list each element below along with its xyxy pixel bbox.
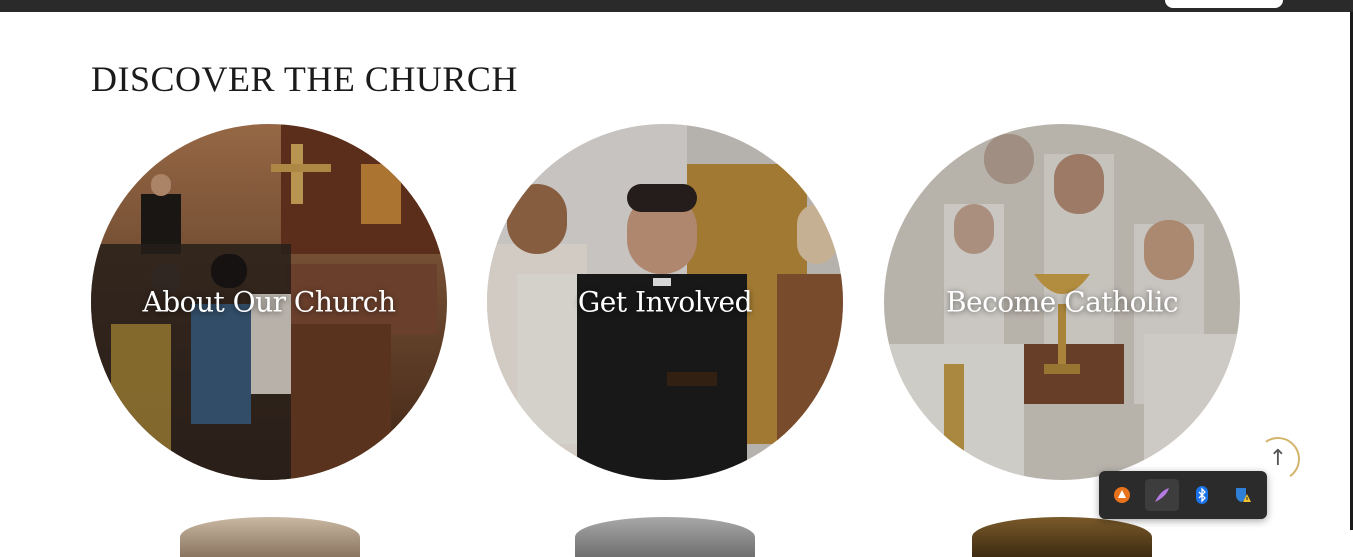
card-label: About Our Church — [142, 285, 396, 319]
section-title: DISCOVER THE CHURCH — [91, 59, 518, 99]
bluetooth-icon[interactable] — [1185, 479, 1219, 511]
browser-top-bar — [0, 0, 1353, 12]
next-row-card-partial[interactable] — [972, 517, 1152, 557]
scroll-to-top-button[interactable]: ↑ — [1266, 444, 1290, 474]
top-bar-button[interactable] — [1165, 0, 1283, 8]
next-row-card-partial[interactable] — [575, 517, 755, 557]
system-tray-overflow — [1099, 471, 1267, 519]
become-catholic-card[interactable]: Become Catholic — [884, 124, 1240, 480]
about-our-church-card[interactable]: About Our Church — [91, 124, 447, 480]
windows-security-warning-icon[interactable] — [1225, 479, 1259, 511]
vlc-icon[interactable] — [1105, 479, 1139, 511]
card-label: Become Catholic — [945, 285, 1179, 319]
next-row-card-partial[interactable] — [180, 517, 360, 557]
get-involved-card[interactable]: Get Involved — [487, 124, 843, 480]
feather-pen-icon[interactable] — [1145, 479, 1179, 511]
card-label: Get Involved — [577, 285, 753, 319]
